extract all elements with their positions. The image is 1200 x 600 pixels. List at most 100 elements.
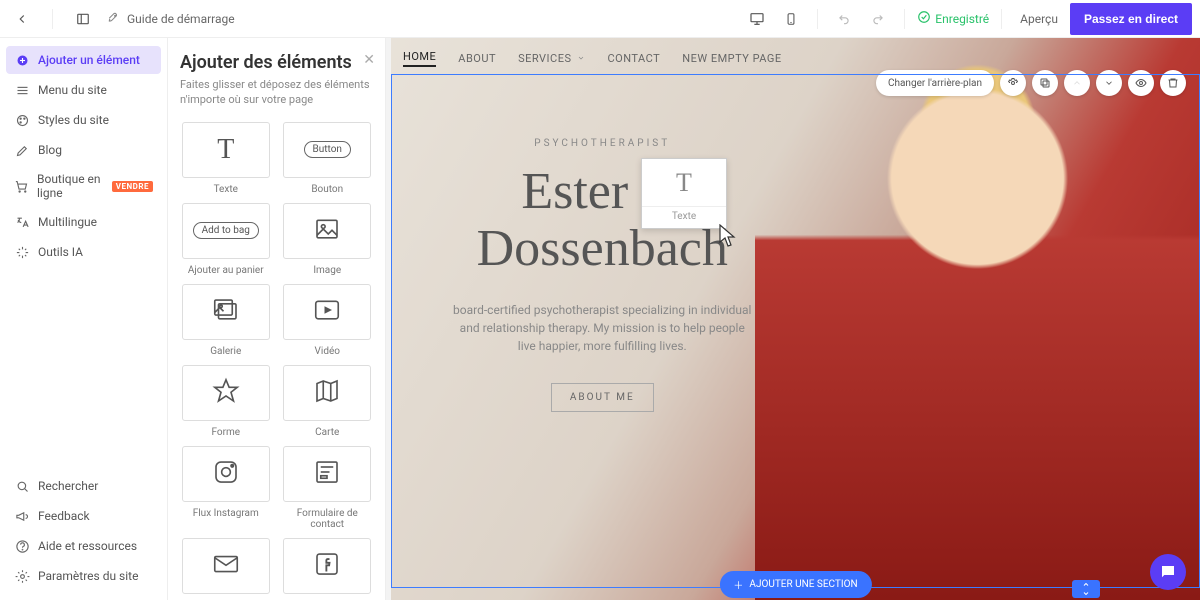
element-tile-box [182,365,270,421]
nav-item-about[interactable]: ABOUT [458,52,496,65]
sidebar-item-site-menu[interactable]: Menu du site [6,76,161,104]
element-tile-box [283,365,371,421]
sidebar-item-add-element[interactable]: Ajouter un élément [6,46,161,74]
star-icon [211,376,241,409]
element-tile-social[interactable]: Icônes sociales [282,538,374,600]
sidebar-item-blog[interactable]: Blog [6,136,161,164]
sidebar-item-label: Paramètres du site [38,569,138,583]
sidebar-item-search[interactable]: Rechercher [6,472,161,500]
element-tile-map[interactable]: Carte [282,365,374,438]
text-glyph-icon: T [676,168,692,198]
element-tile-label: Carte [315,427,339,438]
form-icon [312,457,342,490]
sidebar-item-help[interactable]: Aide et ressources [6,532,161,560]
sidebar-item-label: Menu du site [38,83,107,97]
gear-icon [14,568,30,584]
element-tile-box [283,446,371,502]
sidebar-item-label: Boutique en ligne [37,172,104,200]
element-tile-instagram[interactable]: Flux Instagram [180,446,272,530]
element-tile-box [283,538,371,594]
element-tile-label: Formulaire de contact [282,508,374,530]
nav-item-home[interactable]: HOME [403,50,436,67]
hero-description: board-certified psychotherapist speciali… [452,301,752,355]
element-tile-video[interactable]: Vidéo [282,284,374,357]
elements-panel-subtitle: Faites glisser et déposez des éléments n… [180,77,373,108]
sidebar-item-shop[interactable]: Boutique en ligne VENDRE [6,166,161,206]
hamburger-icon [14,82,30,98]
play-icon [312,295,342,328]
add-section-label: AJOUTER UNE SECTION [749,579,857,590]
editor-canvas[interactable]: HOME ABOUT SERVICES CONTACT NEW EMPTY PAGE C… [391,38,1200,600]
element-tile-label: Bouton [311,184,343,195]
element-tile-box [283,284,371,340]
sparkles-icon [14,244,30,260]
badge: VENDRE [112,181,153,192]
element-tile-box: Button [283,122,371,178]
hero-name-line1: Ester S. [409,163,796,220]
nav-item-new-empty-page[interactable]: NEW EMPTY PAGE [682,52,781,65]
desktop-view-button[interactable] [743,5,771,33]
sidebar: Ajouter un élément Menu du site Styles du … [0,38,168,600]
elements-panel-title: Ajouter des éléments [180,52,373,73]
element-tile-label: Flux Instagram [193,508,259,519]
divider [52,9,53,29]
pill-glyph: Add to bag [193,222,259,239]
elements-panel: ✕ Ajouter des éléments Faites glisser et… [168,38,386,600]
preview-link[interactable]: Aperçu [1014,12,1064,26]
back-button[interactable] [8,5,36,33]
element-tile-label: Galerie [210,346,241,357]
element-tile-gallery[interactable]: Galerie [180,284,272,357]
check-circle-icon [917,10,931,27]
about-me-button[interactable]: ABOUT ME [551,383,654,412]
facebook-icon [312,549,342,582]
cursor-icon [719,224,739,251]
setup-guide-link[interactable]: Guide de démarrage [107,10,235,27]
element-tile-box: Add to bag [182,203,270,259]
element-tile-label: Forme [211,427,240,438]
nav-item-services[interactable]: SERVICES [518,52,571,65]
element-tile-image[interactable]: Image [282,203,374,276]
panel-toggle-button[interactable] [69,5,97,33]
map-icon [312,376,342,409]
pencil-icon [14,142,30,158]
sidebar-item-label: Aide et ressources [38,539,137,553]
add-section-button[interactable]: ＋ AJOUTER UNE SECTION [719,571,871,598]
search-icon [14,478,30,494]
sidebar-item-site-styles[interactable]: Styles du site [6,106,161,134]
page-nav: HOME ABOUT SERVICES CONTACT NEW EMPTY PAGE [403,50,782,67]
element-tile-add-to-bag[interactable]: Add to bagAjouter au panier [180,203,272,276]
element-tile-subscribe[interactable]: S'abonner [180,538,272,600]
chat-fab[interactable] [1150,554,1186,590]
setup-guide-label: Guide de démarrage [127,12,235,26]
sidebar-item-label: Feedback [38,509,90,523]
envelope-icon [211,549,241,582]
element-tile-text[interactable]: TTexte [180,122,272,195]
divider [1001,9,1002,29]
text-glyph-icon: T [217,134,234,166]
redo-button[interactable] [864,5,892,33]
sidebar-item-ai-tools[interactable]: Outils IA [6,238,161,266]
sidebar-item-settings[interactable]: Paramètres du site [6,562,161,590]
sidebar-item-label: Outils IA [38,245,83,259]
gallery-icon [211,295,241,328]
hero-text-block[interactable]: PSYCHOTHERAPIST Ester S. Dossenbach boar… [409,138,796,412]
divider [904,9,905,29]
element-tile-form[interactable]: Formulaire de contact [282,446,374,530]
element-tile-shape[interactable]: Forme [180,365,272,438]
undo-button[interactable] [830,5,858,33]
chevron-down-icon [577,52,585,65]
mobile-view-button[interactable] [777,5,805,33]
close-panel-button[interactable]: ✕ [363,52,375,68]
element-tile-box [182,284,270,340]
go-live-button[interactable]: Passez en direct [1070,3,1192,35]
section-move-handle[interactable] [1072,580,1100,598]
element-tile-button[interactable]: Button Bouton [282,122,374,195]
saved-label: Enregistré [935,12,989,26]
drag-ghost-text-element: T Texte [641,158,727,229]
question-icon [14,538,30,554]
sidebar-item-label: Multilingue [38,215,97,229]
sidebar-item-feedback[interactable]: Feedback [6,502,161,530]
saved-status: Enregistré [917,10,989,27]
sidebar-item-multilingual[interactable]: Multilingue [6,208,161,236]
nav-item-contact[interactable]: CONTACT [607,52,660,65]
